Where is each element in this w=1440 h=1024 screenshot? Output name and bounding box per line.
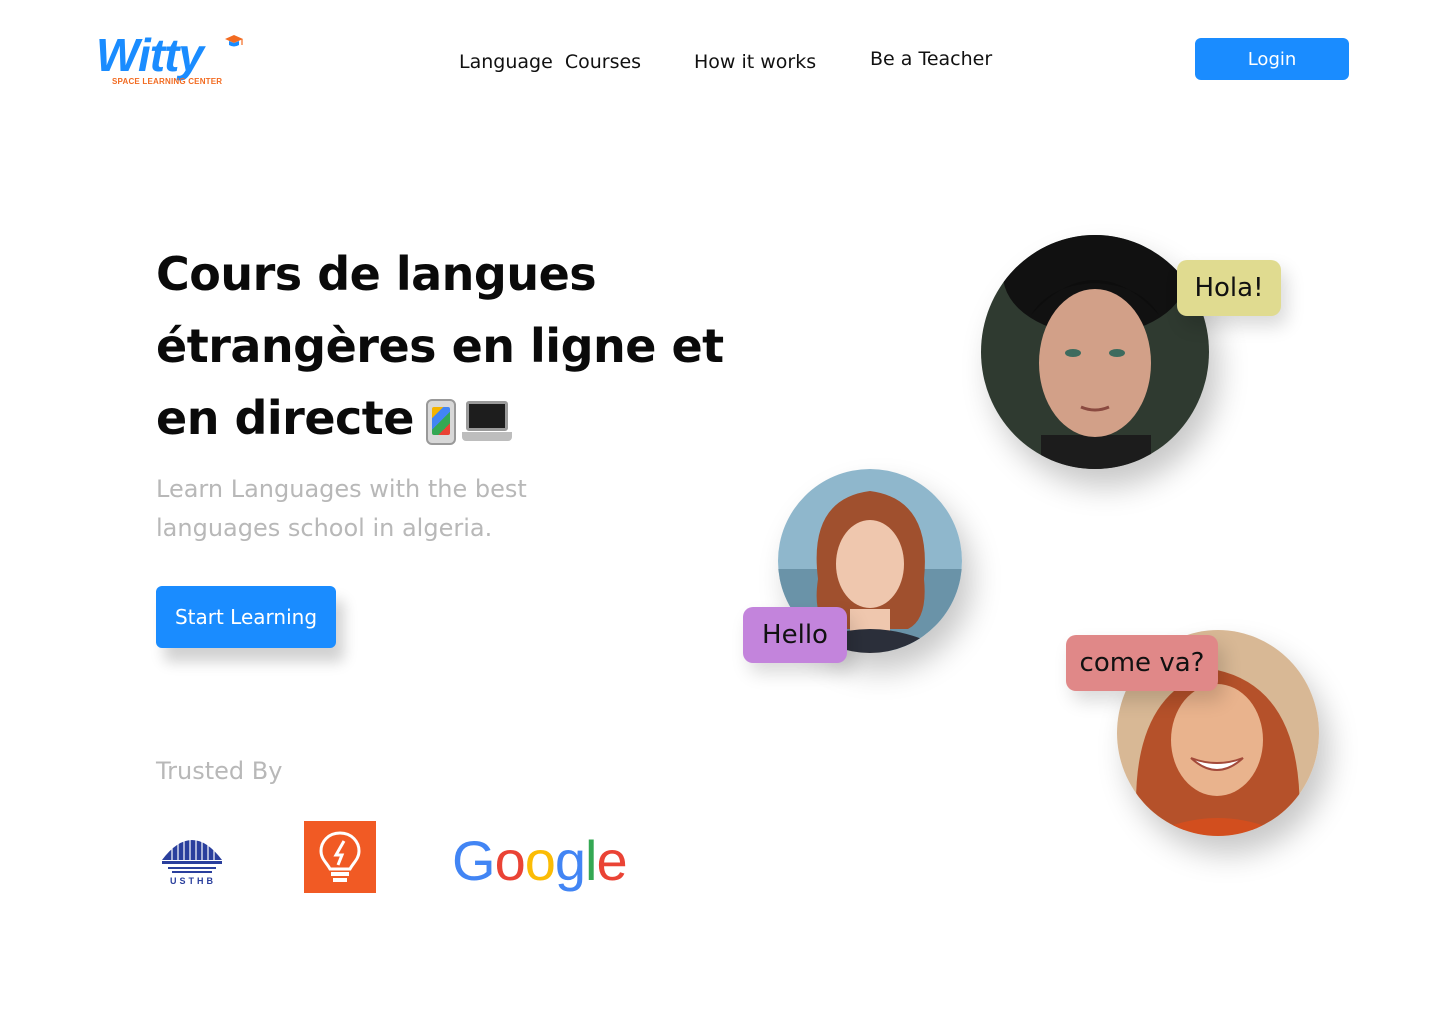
google-logo: Google xyxy=(452,829,628,892)
witty-logo[interactable]: Witty SPACE LEARNING CENTER xyxy=(96,30,256,90)
trusted-by-label: Trusted By xyxy=(156,757,283,785)
speech-bubble-hola: Hola! xyxy=(1177,260,1281,316)
avatar-young-man xyxy=(981,235,1209,469)
login-button[interactable]: Login xyxy=(1195,38,1349,80)
graduation-cap-icon xyxy=(225,35,243,47)
lightbulb-logo xyxy=(304,821,376,893)
nav-how-it-works[interactable]: How it works xyxy=(694,51,816,73)
usthb-logo-text: USTHB xyxy=(170,876,216,886)
nav-be-a-teacher[interactable]: Be a Teacher xyxy=(870,48,992,70)
logo-tagline: SPACE LEARNING CENTER xyxy=(112,77,223,86)
speech-bubble-come-va: come va? xyxy=(1066,635,1218,691)
landing-page: Witty SPACE LEARNING CENTER Language Cou… xyxy=(0,0,1440,1024)
hero-title: Cours de langues étrangères en ligne et … xyxy=(156,238,776,454)
mobile-phone-icon xyxy=(426,398,456,445)
device-icons xyxy=(426,398,512,445)
laptop-icon xyxy=(462,399,512,445)
hero-subtitle: Learn Languages with the best languages … xyxy=(156,475,527,542)
nav-language-courses[interactable]: Language Courses xyxy=(459,51,641,73)
speech-bubble-hello: Hello xyxy=(743,607,847,663)
start-learning-button[interactable]: Start Learning xyxy=(156,586,336,648)
logo-wordmark: Witty xyxy=(96,29,204,81)
